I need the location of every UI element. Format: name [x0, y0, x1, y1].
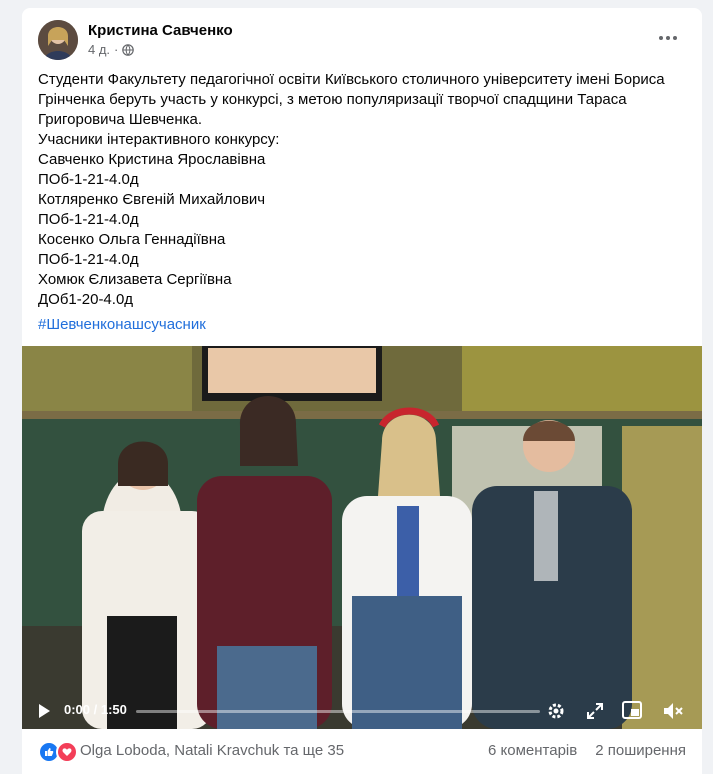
settings-icon[interactable]: [546, 701, 566, 721]
hashtag-link[interactable]: #Шевченконашсучасник: [38, 316, 206, 333]
video-controls: 0:00 / 1:50: [22, 693, 702, 729]
post-line: Косенко Ольга Геннадіївна: [38, 231, 226, 248]
post-time[interactable]: 4 д.: [88, 42, 110, 57]
reactions[interactable]: [38, 741, 78, 763]
post-card: Кристина Савченко 4 д. · Студенти Факуль…: [22, 8, 702, 774]
post-line: Савченко Кристина Ярославівна: [38, 151, 266, 168]
post-line: ПОб-1-21-4.0д: [38, 171, 139, 188]
volume-muted-icon[interactable]: [662, 701, 684, 721]
post-text: Студенти Факультету педагогічної освіти …: [38, 70, 688, 310]
post-line: Учасники інтерактивного конкурсу:: [38, 131, 280, 148]
avatar[interactable]: [38, 20, 78, 60]
post-line: ПОб-1-21-4.0д: [38, 211, 139, 228]
post-line: ДОб1-20-4.0д: [38, 291, 134, 308]
post-line: Студенти Факультету педагогічної освіти …: [38, 71, 665, 88]
video-time: 0:00 / 1:50: [64, 702, 127, 717]
post-meta: 4 д. ·: [88, 42, 135, 57]
shares-count[interactable]: 2 поширення: [595, 742, 686, 759]
author-name[interactable]: Кристина Савченко: [88, 22, 233, 39]
play-icon[interactable]: [36, 703, 52, 719]
comments-count[interactable]: 6 коментарів: [488, 742, 577, 759]
globe-icon: [122, 43, 135, 56]
post-footer: Olga Loboda, Natali Kravchuk та ще 35 6 …: [22, 729, 702, 774]
pip-icon[interactable]: [622, 701, 642, 719]
post-line: ПОб-1-21-4.0д: [38, 251, 139, 268]
reactions-names[interactable]: Olga Loboda, Natali Kravchuk та ще 35: [80, 742, 344, 759]
video-frame: [22, 346, 702, 729]
love-reaction-icon: [56, 741, 78, 763]
post-line: Хомюк Єлизавета Сергіївна: [38, 271, 232, 288]
expand-icon[interactable]: [586, 702, 604, 720]
video-progress-bar[interactable]: [136, 710, 540, 713]
post-line: Грінченка беруть участь у конкурсі, з ме…: [38, 91, 627, 108]
engagement-counts: 6 коментарів 2 поширення: [488, 742, 686, 759]
video-player[interactable]: 0:00 / 1:50: [22, 346, 702, 729]
post-line: Котляренко Євгеній Михайлович: [38, 191, 266, 208]
post-header: Кристина Савченко 4 д. ·: [22, 8, 702, 68]
more-options-button[interactable]: [650, 26, 686, 50]
post-line: Григоровича Шевченка.: [38, 111, 203, 128]
